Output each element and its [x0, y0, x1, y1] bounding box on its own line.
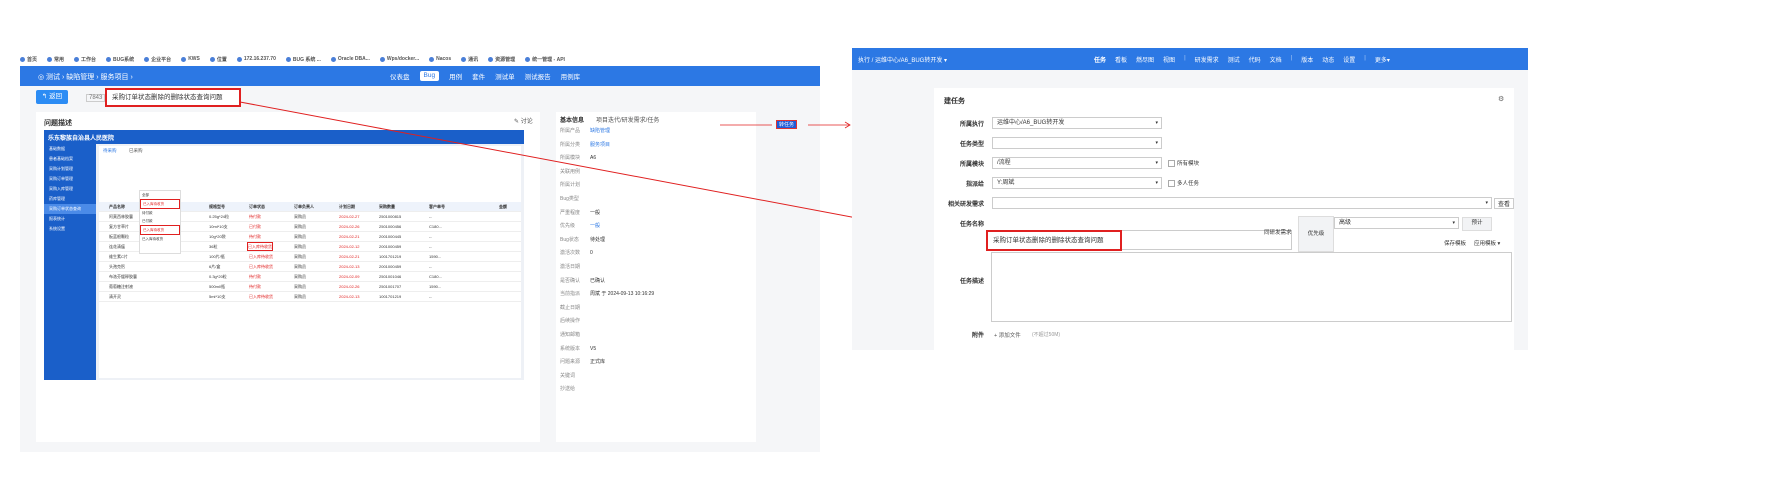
- top-nav: 执行 / 运维中心/A6_BUG转开发 ▾ 任务 看板 燃尽图 视图 | 研发需…: [852, 48, 1528, 70]
- chevron-down-icon: ▾: [1155, 140, 1158, 146]
- assign-select[interactable]: Y:周斌 ▾: [992, 177, 1162, 189]
- apply-template-button[interactable]: 应用模板 ▾: [1474, 239, 1500, 247]
- tab-more[interactable]: 更多▾: [1375, 55, 1390, 64]
- chevron-down-icon: ▾: [1485, 200, 1488, 206]
- tab-settings[interactable]: 设置: [1343, 55, 1355, 64]
- tab-burndown[interactable]: 燃尽图: [1136, 55, 1154, 64]
- all-modules-checkbox[interactable]: 所有模块: [1168, 159, 1199, 168]
- multi-task-checkbox[interactable]: 多人任务: [1168, 179, 1199, 188]
- story-label: 相关研发需求: [947, 202, 984, 208]
- estimate-label: 预计: [1462, 217, 1492, 231]
- name-label: 任务名称: [959, 222, 984, 228]
- attach-label: 附件: [971, 333, 984, 339]
- task-desc-editor[interactable]: [991, 252, 1512, 322]
- tab-build[interactable]: 版本: [1301, 55, 1313, 64]
- tab-test[interactable]: 测试: [1228, 55, 1240, 64]
- tab-story[interactable]: 研发需求: [1195, 55, 1219, 64]
- convert-task-tag: 转任务: [776, 120, 798, 129]
- view-story-button[interactable]: 查看: [1494, 198, 1514, 209]
- create-task-window: 执行 / 运维中心/A6_BUG转开发 ▾ 任务 看板 燃尽图 视图 | 研发需…: [852, 48, 1528, 350]
- save-template-button[interactable]: 保存模板: [1444, 239, 1466, 247]
- priority-label: 优先级: [1298, 216, 1334, 252]
- desc-label: 任务描述: [959, 279, 984, 285]
- similar-story-label: 同研发需求: [1264, 230, 1292, 236]
- priority-select[interactable]: 高级 ▾: [1334, 217, 1459, 229]
- attach-hint: (不超过50M): [1032, 332, 1061, 338]
- task-name-value[interactable]: 采购订单状态删除的删除状态查询问题: [986, 230, 1122, 251]
- form-title: 建任务: [944, 98, 965, 105]
- tab-dynamic[interactable]: 动态: [1322, 55, 1334, 64]
- tab-task[interactable]: 任务: [1094, 55, 1106, 64]
- execution-select[interactable]: 运维中心/A6_BUG转开发 ▾: [992, 117, 1162, 129]
- task-form: 建任务 ⚙ 所属执行 运维中心/A6_BUG转开发 ▾ 任务类型 ▾ 所属模块 /…: [934, 88, 1514, 350]
- gear-icon[interactable]: ⚙: [1498, 95, 1504, 103]
- tab-doc[interactable]: 文档: [1270, 55, 1282, 64]
- type-select[interactable]: ▾: [992, 137, 1162, 149]
- chevron-down-icon: ▾: [1155, 180, 1158, 186]
- tab-code[interactable]: 代码: [1249, 55, 1261, 64]
- type-label: 任务类型: [959, 142, 984, 148]
- execution-label: 所属执行: [959, 122, 984, 128]
- add-file-button[interactable]: + 添加文件: [994, 331, 1021, 339]
- chevron-down-icon: ▾: [1155, 160, 1158, 166]
- tab-view[interactable]: 视图: [1163, 55, 1175, 64]
- module-label: 所属模块: [959, 162, 984, 168]
- chevron-down-icon: ▾: [1452, 220, 1455, 226]
- assign-label: 指派给: [965, 182, 984, 188]
- module-select[interactable]: /流程 ▾: [992, 157, 1162, 169]
- tab-kanban[interactable]: 看板: [1115, 55, 1127, 64]
- story-select[interactable]: ▾: [992, 197, 1492, 209]
- chevron-down-icon: ▾: [1155, 120, 1158, 126]
- breadcrumb[interactable]: 执行 / 运维中心/A6_BUG转开发 ▾: [858, 55, 947, 64]
